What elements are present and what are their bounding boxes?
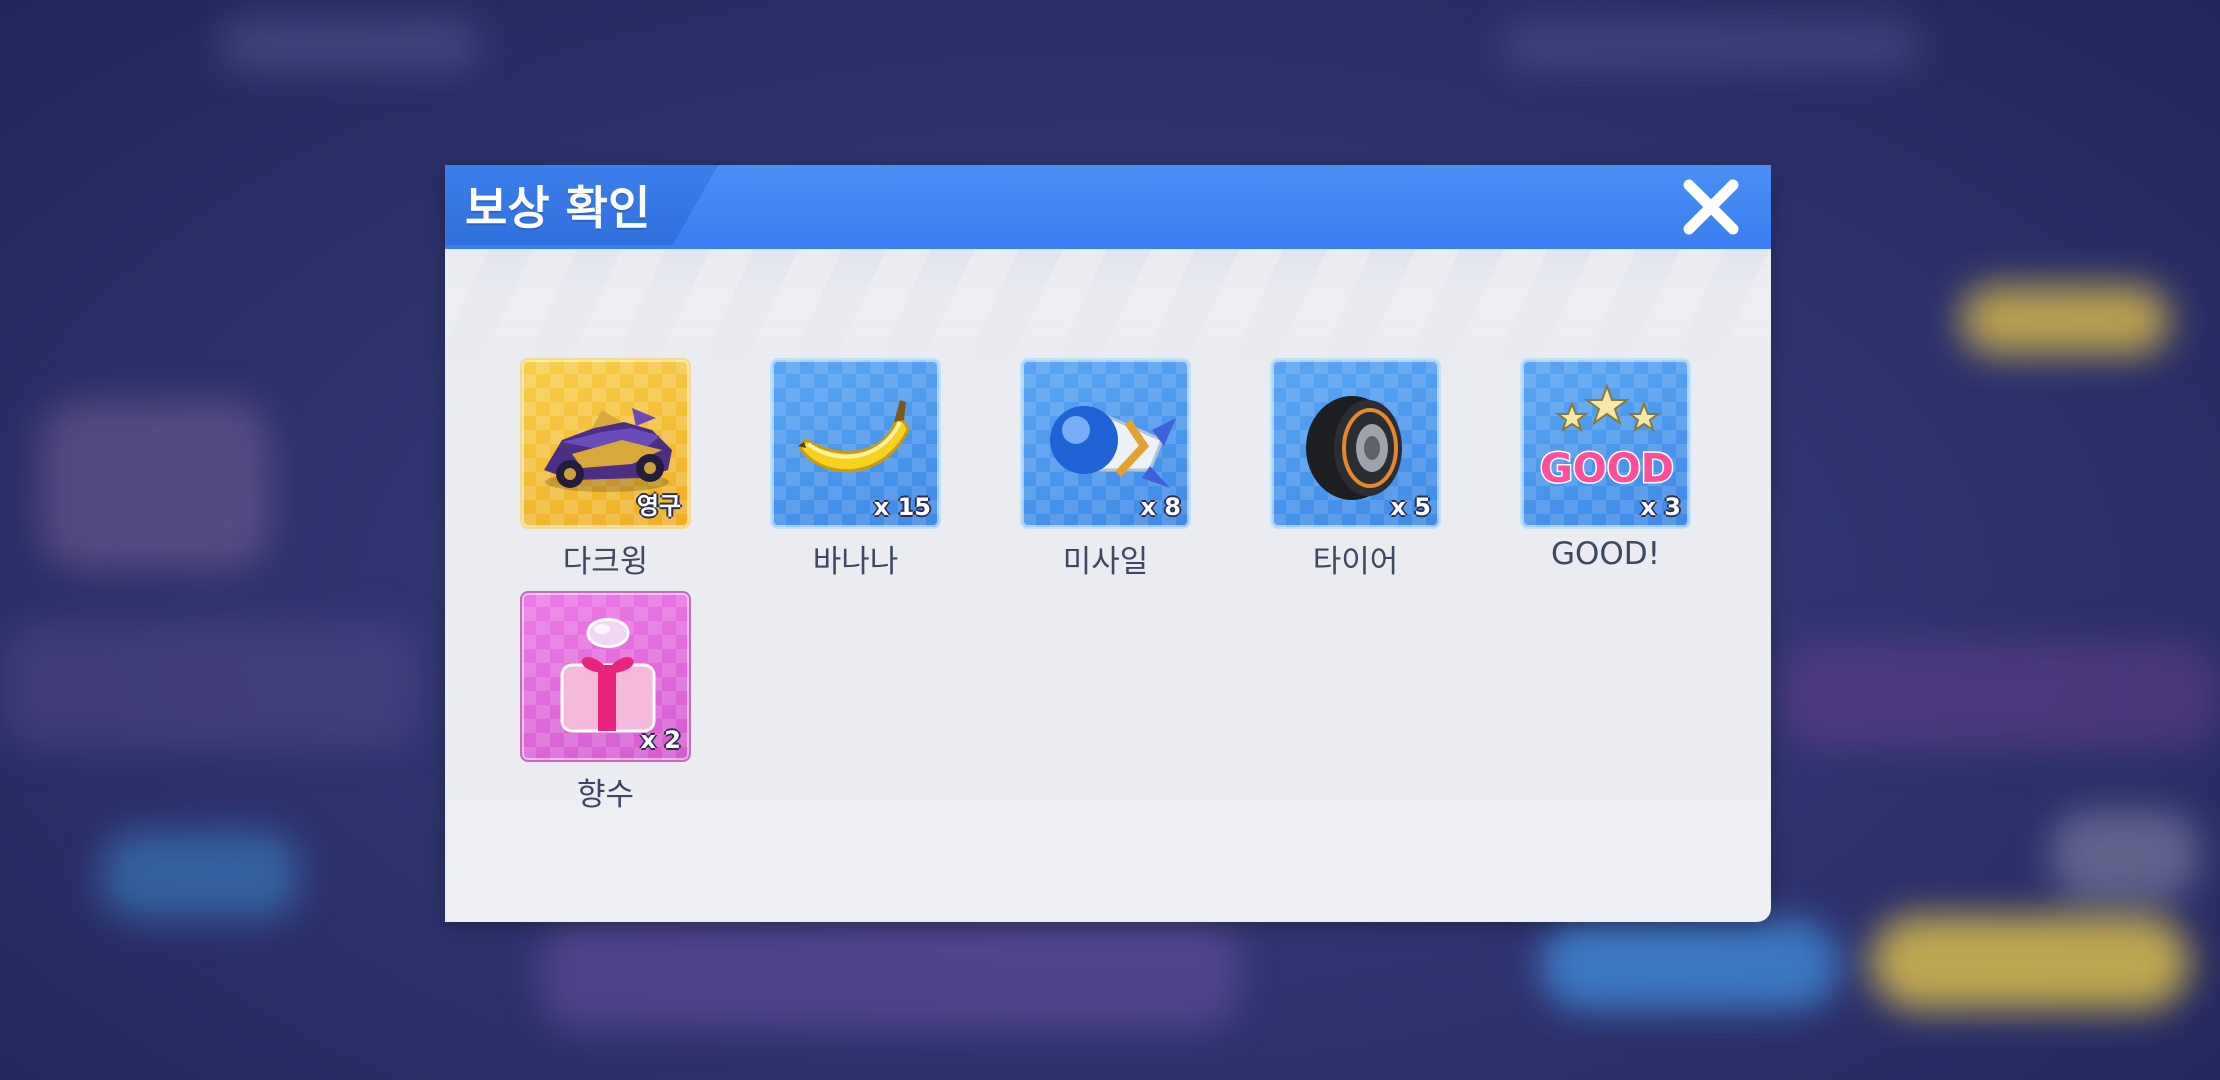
reward-quantity: x 15 — [873, 493, 931, 521]
dialog-title: 보상 확인 — [465, 181, 651, 235]
reward-tile: x 2 — [520, 591, 691, 762]
reward-label: 향수 — [576, 777, 635, 813]
reward-tile: GOOD x 3 — [1520, 358, 1691, 529]
reward-confirm-dialog: 보상 확인 영구 다크윙 x 15 바나나 x 8 미사일 x 5 타이어 GO… — [445, 165, 1771, 922]
close-icon — [1683, 179, 1739, 235]
reward-quantity: x 8 — [1140, 493, 1181, 521]
reward-quantity: x 5 — [1390, 493, 1431, 521]
reward-quantity: 영구 — [636, 492, 681, 520]
reward-tile: x 5 — [1270, 358, 1441, 529]
dialog-header: 보상 확인 — [445, 165, 1771, 249]
reward-tile: x 8 — [1020, 358, 1191, 529]
close-button[interactable] — [1679, 175, 1743, 239]
reward-label: 미사일 — [1062, 544, 1149, 580]
reward-label: 바나나 — [812, 544, 899, 580]
reward-tile: 영구 — [520, 358, 691, 529]
reward-tile: x 15 — [770, 358, 941, 529]
reward-label: GOOD! — [1550, 536, 1661, 572]
reward-label: 타이어 — [1312, 544, 1399, 580]
reward-quantity: x 2 — [640, 726, 681, 754]
svg-text:GOOD: GOOD — [1540, 446, 1674, 492]
reward-quantity: x 3 — [1640, 493, 1681, 521]
reward-label: 다크윙 — [562, 544, 649, 580]
